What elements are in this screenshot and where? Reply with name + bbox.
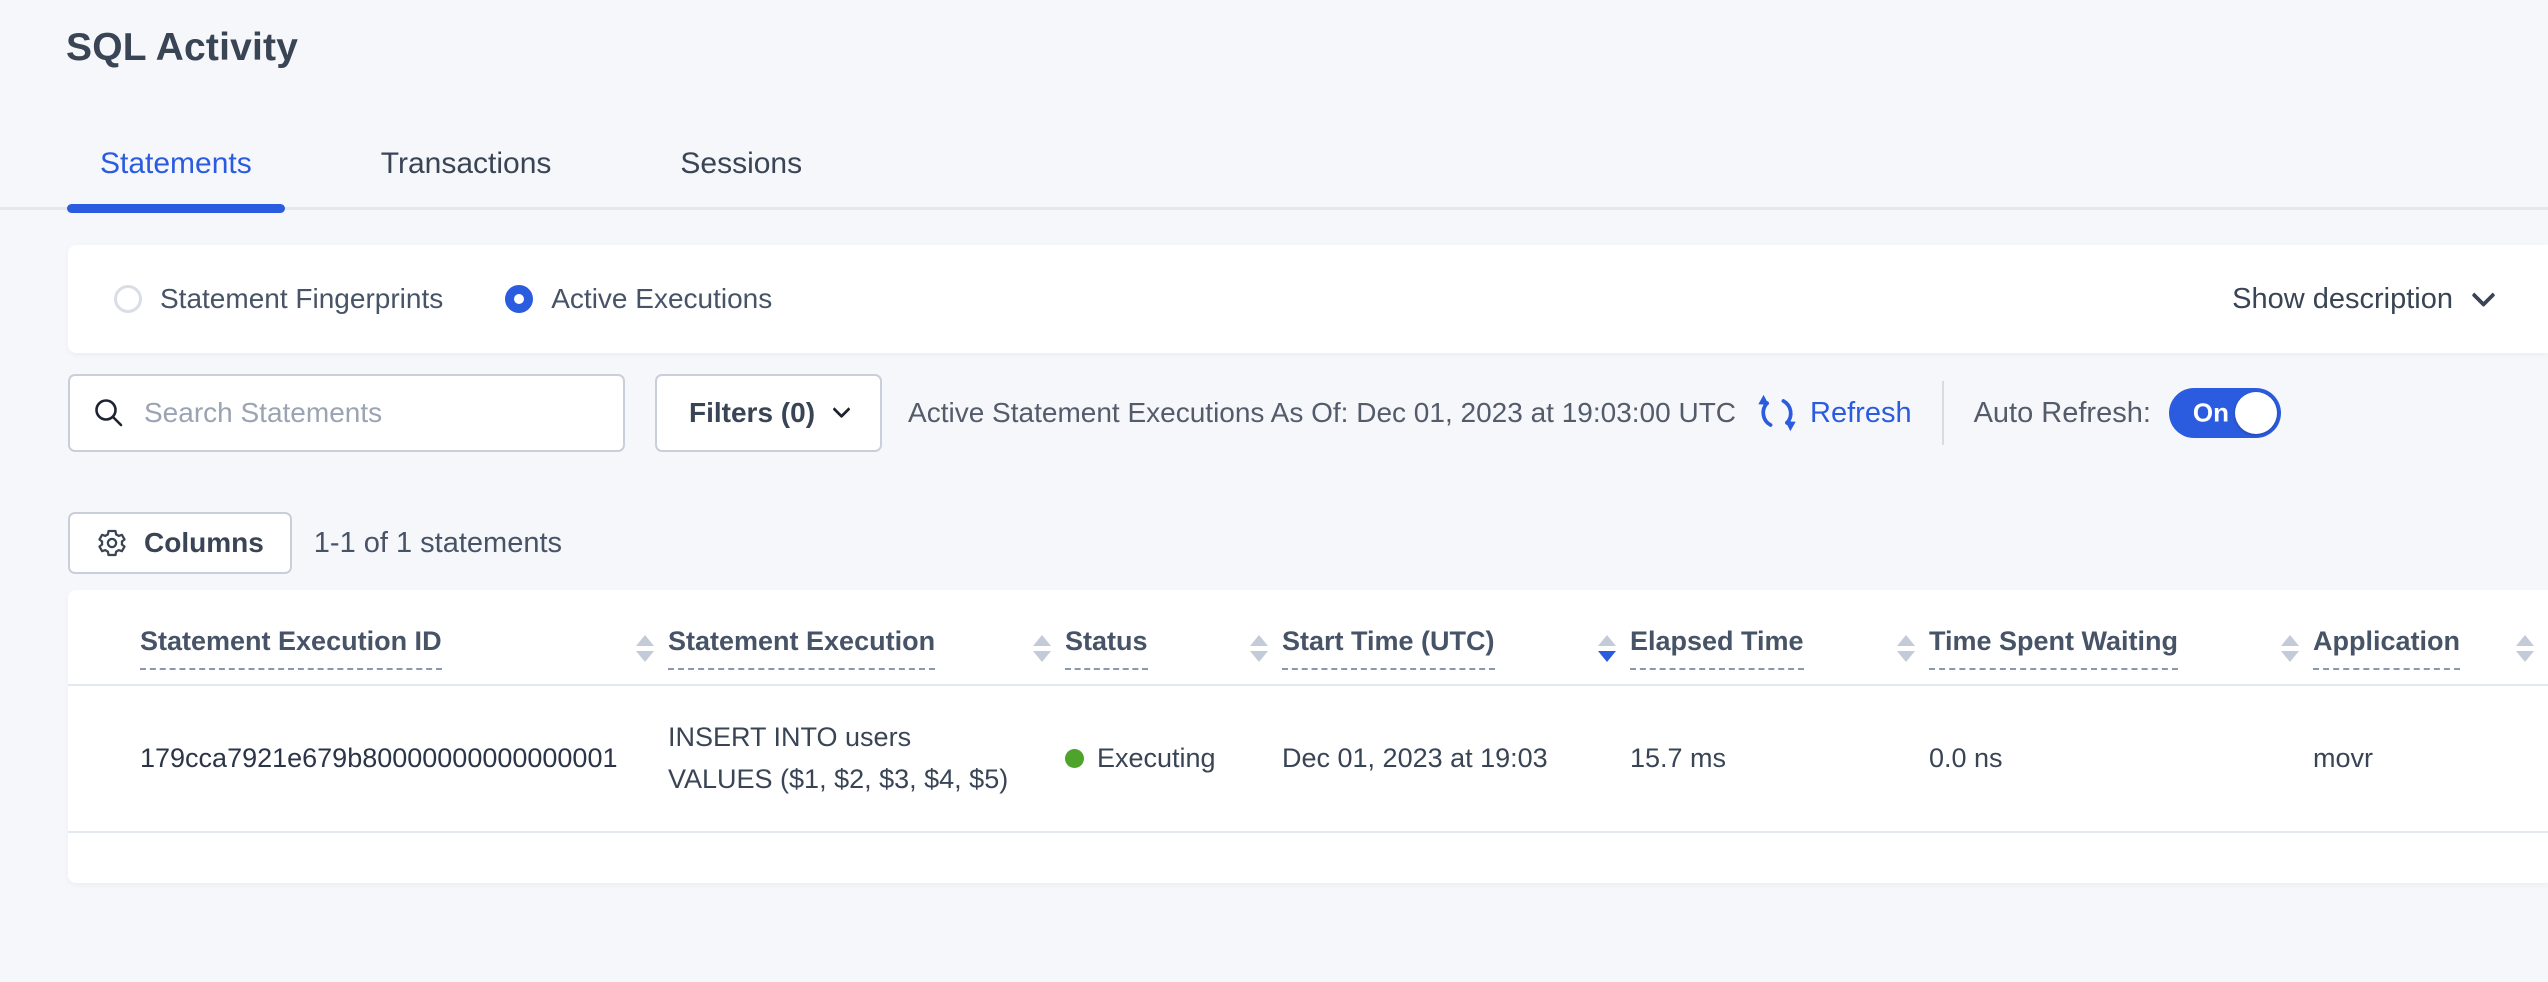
column-header-status[interactable]: Status xyxy=(1065,626,1282,684)
show-description-label: Show description xyxy=(2232,283,2453,316)
search-box[interactable] xyxy=(68,374,625,452)
tab-statements[interactable]: Statements xyxy=(67,147,285,207)
column-header-start-time[interactable]: Start Time (UTC) xyxy=(1282,626,1630,684)
status-executing-dot-icon xyxy=(1065,749,1084,768)
columns-button[interactable]: Columns xyxy=(68,512,292,574)
as-of-text: Active Statement Executions As Of: Dec 0… xyxy=(908,397,1736,429)
chevron-down-icon xyxy=(832,400,850,418)
cell-status: Executing xyxy=(1065,743,1282,774)
column-header-elapsed-time[interactable]: Elapsed Time xyxy=(1630,626,1929,684)
cell-execution-id[interactable]: 179cca7921e679b80000000000000001 xyxy=(140,743,668,774)
radio-active-executions[interactable]: Active Executions xyxy=(505,283,772,315)
columns-label: Columns xyxy=(144,527,264,559)
page-title: SQL Activity xyxy=(66,26,298,70)
radio-circle-icon[interactable] xyxy=(114,285,142,313)
cell-application: movr xyxy=(2313,743,2548,774)
tab-sessions[interactable]: Sessions xyxy=(647,147,835,207)
search-icon xyxy=(92,396,126,430)
table-header-row: Statement Execution ID Statement Executi… xyxy=(68,590,2548,686)
chevron-down-icon xyxy=(2471,283,2495,307)
controls-row: Filters (0) Active Statement Executions … xyxy=(68,374,2548,452)
auto-refresh-label: Auto Refresh: xyxy=(1974,397,2151,430)
statements-table-card: Statement Execution ID Statement Executi… xyxy=(68,590,2548,883)
filters-button[interactable]: Filters (0) xyxy=(655,374,882,452)
cell-time-spent-waiting: 0.0 ns xyxy=(1929,743,2313,774)
tab-transactions[interactable]: Transactions xyxy=(348,147,585,207)
result-count: 1-1 of 1 statements xyxy=(314,527,562,560)
vertical-divider xyxy=(1942,381,1944,445)
show-description-toggle[interactable]: Show description xyxy=(2232,245,2492,353)
auto-refresh-toggle[interactable]: On xyxy=(2169,388,2281,438)
gear-icon xyxy=(96,527,128,559)
tab-bar: Statements Transactions Sessions xyxy=(0,138,2548,210)
cell-statement[interactable]: INSERT INTO users VALUES ($1, $2, $3, $4… xyxy=(668,717,1065,801)
cell-start-time: Dec 01, 2023 at 19:03 xyxy=(1282,743,1630,774)
sql-activity-page: SQL Activity Statements Transactions Ses… xyxy=(0,0,2548,982)
column-header-application[interactable]: Application xyxy=(2313,626,2548,684)
sort-arrows-icon[interactable] xyxy=(636,635,654,662)
search-input[interactable] xyxy=(144,397,601,429)
sort-arrows-icon[interactable] xyxy=(1897,635,1915,662)
radio-label: Statement Fingerprints xyxy=(160,283,443,315)
sort-arrows-icon[interactable] xyxy=(2516,635,2534,662)
radio-statement-fingerprints[interactable]: Statement Fingerprints xyxy=(114,283,443,315)
column-header-statement-execution[interactable]: Statement Execution xyxy=(668,626,1065,684)
sort-arrows-icon[interactable] xyxy=(1033,635,1051,662)
status-label: Executing xyxy=(1097,743,1216,774)
table-row[interactable]: 179cca7921e679b80000000000000001 INSERT … xyxy=(68,686,2548,833)
radio-label: Active Executions xyxy=(551,283,772,315)
view-mode-card: Statement Fingerprints Active Executions… xyxy=(68,245,2548,353)
toggle-knob[interactable] xyxy=(2235,392,2277,434)
refresh-icon xyxy=(1756,392,1798,434)
column-header-statement-execution-id[interactable]: Statement Execution ID xyxy=(140,626,668,684)
filters-label: Filters (0) xyxy=(689,397,815,429)
cell-elapsed-time: 15.7 ms xyxy=(1630,743,1929,774)
sort-arrows-icon[interactable] xyxy=(1250,635,1268,662)
column-header-time-spent-waiting[interactable]: Time Spent Waiting xyxy=(1929,626,2313,684)
sort-arrows-icon[interactable] xyxy=(2281,635,2299,662)
toggle-state-label: On xyxy=(2193,398,2229,429)
refresh-button[interactable]: Refresh xyxy=(1756,392,1912,434)
refresh-label: Refresh xyxy=(1810,397,1912,430)
table-toolbar: Columns 1-1 of 1 statements xyxy=(68,512,562,574)
sort-arrows-desc-icon[interactable] xyxy=(1598,635,1616,662)
radio-circle-selected-icon[interactable] xyxy=(505,285,533,313)
